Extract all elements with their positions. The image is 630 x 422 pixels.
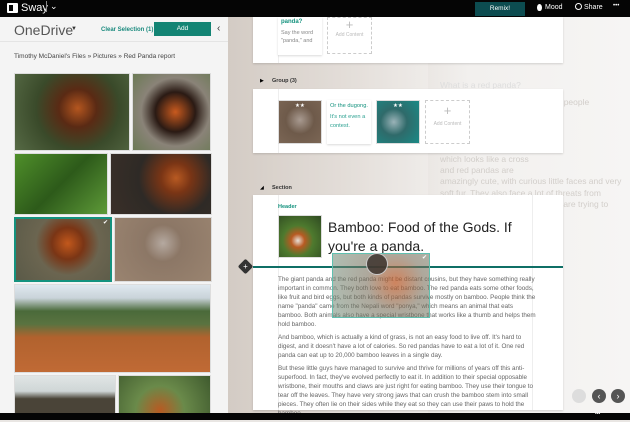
source-title: OneDrive	[14, 22, 74, 38]
group-card: ★★ Or the dugong. It's not even a contes…	[253, 89, 563, 153]
mood-button[interactable]: Mood	[545, 4, 563, 11]
collapse-panel-icon[interactable]: ‹	[217, 23, 220, 34]
photo-red-panda-walking[interactable]	[110, 153, 212, 215]
more-button[interactable]: •••	[613, 3, 619, 9]
selected-check-icon: ✔	[102, 220, 108, 226]
photo-aardvark[interactable]	[114, 217, 212, 282]
remix-button[interactable]: Remix!	[475, 2, 525, 16]
group-label: Group (3)	[272, 78, 297, 84]
source-dropdown-icon[interactable]: ▼	[71, 26, 77, 32]
share-button[interactable]: Share	[584, 4, 603, 11]
top-bar: Sway ⌄ Remix! Mood Share •••	[0, 0, 630, 17]
add-content-button[interactable]: + Add Content	[425, 100, 470, 144]
first-page-button[interactable]	[572, 389, 586, 403]
app-menu-chevron-icon[interactable]: ⌄	[46, 1, 58, 12]
bottom-bar: •••	[0, 411, 630, 420]
section-label: Section	[272, 185, 292, 191]
plus-icon: +	[345, 17, 354, 32]
sway-logo-icon	[7, 3, 18, 13]
group-expand-icon[interactable]: ▶	[260, 78, 264, 84]
plus-icon: +	[443, 103, 452, 118]
photo-red-panda-finger[interactable]	[14, 73, 130, 151]
photo-panda-forest[interactable]	[14, 153, 108, 215]
text-card[interactable]: panda? Say the word "panda," and	[278, 17, 322, 55]
add-content-button[interactable]: + Add Content	[327, 17, 372, 54]
card-stack-1: panda? Say the word "panda," and + Add C…	[253, 17, 563, 63]
photo-two-red-pandas[interactable]	[132, 73, 211, 151]
onedrive-panel: OneDrive ▼ Clear Selection (1) Add ‹ Tim…	[0, 17, 228, 415]
dragged-image[interactable]: ✔	[332, 253, 430, 318]
star-rating-icon: ★★	[393, 103, 403, 109]
drag-cursor-icon	[366, 253, 388, 275]
share-icon	[575, 3, 582, 10]
card-text: Say the word "panda," and	[281, 30, 314, 44]
clear-selection-link[interactable]: Clear Selection (1)	[101, 27, 153, 33]
header-title[interactable]: Bamboo: Food of the Gods. If you're a pa…	[328, 218, 528, 256]
add-button[interactable]: Add	[154, 22, 211, 36]
selected-check-icon: ✔	[421, 255, 427, 261]
mood-icon	[537, 4, 542, 11]
photo-red-panda-rock-selected[interactable]: ✔	[14, 217, 112, 282]
card-heading: panda?	[281, 19, 303, 25]
divider	[0, 41, 228, 42]
text-card[interactable]: Or the dugong. It's not even a contest.	[327, 100, 371, 144]
breadcrumb[interactable]: Timothy McDaniel's Files » Pictures » Re…	[14, 53, 175, 60]
star-rating-icon: ★★	[295, 103, 305, 109]
image-card-dugong[interactable]: ★★	[376, 100, 420, 144]
image-card-aardvark[interactable]: ★★	[278, 100, 322, 144]
header-label: Header	[278, 204, 297, 210]
next-button[interactable]: ›	[611, 389, 625, 403]
more-icon[interactable]: •••	[595, 411, 600, 417]
header-image[interactable]	[278, 215, 322, 258]
photo-deforestation[interactable]	[14, 284, 211, 373]
section-collapse-icon[interactable]: ◢	[260, 185, 264, 191]
photo-rock[interactable]	[14, 375, 116, 415]
app-name: Sway	[21, 2, 48, 14]
previous-button[interactable]: ‹	[592, 389, 606, 403]
photo-red-panda-bamboo[interactable]	[118, 375, 211, 415]
insert-handle-icon[interactable]: +	[237, 258, 254, 275]
